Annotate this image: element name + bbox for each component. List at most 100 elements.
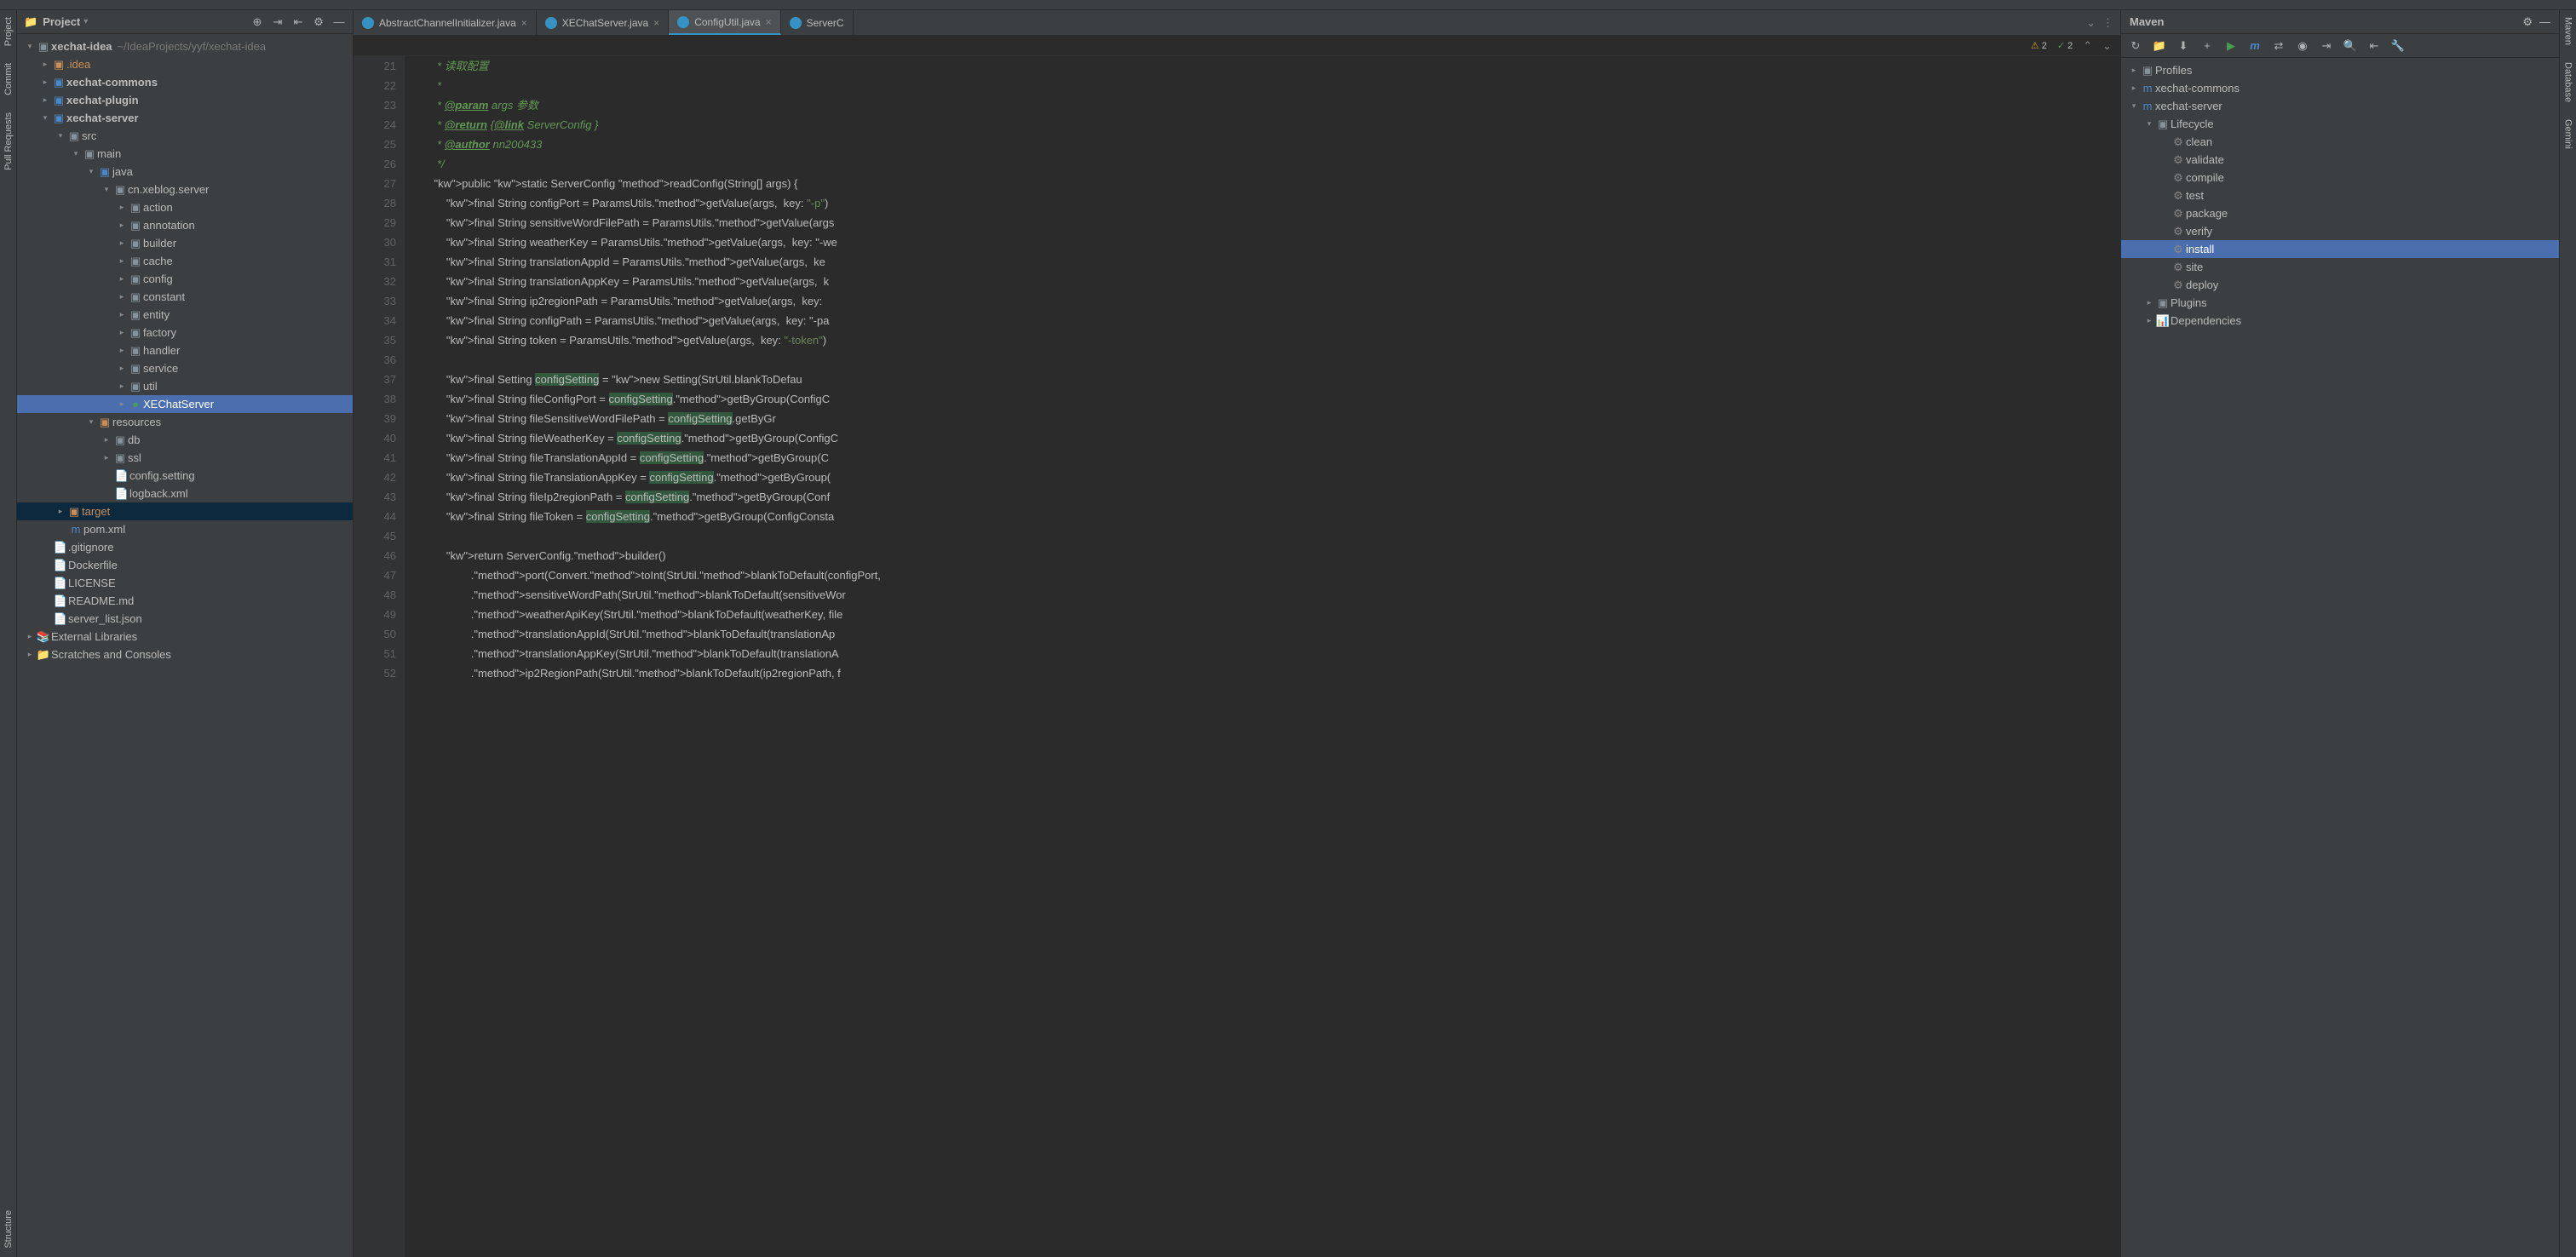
tree-server[interactable]: ▾▣xechat-server (17, 109, 353, 127)
tree-target[interactable]: ▸▣target (17, 502, 353, 520)
project-tool[interactable]: Project (3, 17, 14, 46)
more-icon[interactable]: ⋮ (2102, 16, 2113, 30)
maven-goal-clean[interactable]: ⚙clean (2121, 133, 2559, 151)
maven-server[interactable]: ▾mxechat-server (2121, 97, 2559, 115)
maven-goal-validate[interactable]: ⚙validate (2121, 151, 2559, 169)
tab-abstractchannel[interactable]: AbstractChannelInitializer.java× (354, 10, 537, 35)
minimize-icon[interactable]: — (332, 15, 346, 29)
up-icon[interactable]: ⌃ (2083, 39, 2092, 53)
tree-resources[interactable]: ▾▣resources (17, 413, 353, 431)
tree-plugin[interactable]: ▸▣xechat-plugin (17, 91, 353, 109)
tree-service[interactable]: ▸▣service (17, 359, 353, 377)
tree-handler[interactable]: ▸▣handler (17, 342, 353, 359)
down-icon[interactable]: ⌄ (2102, 39, 2112, 53)
maven-goal-compile[interactable]: ⚙compile (2121, 169, 2559, 187)
expand-icon[interactable]: ⇤ (2366, 38, 2382, 54)
tree-pom[interactable]: mpom.xml (17, 520, 353, 538)
run-icon[interactable]: ▶ (2223, 38, 2239, 54)
collapse-all-icon[interactable]: ⇤ (291, 15, 305, 29)
maven-goal-test[interactable]: ⚙test (2121, 187, 2559, 204)
tab-serverc[interactable]: ServerC (781, 10, 854, 35)
tree-util[interactable]: ▸▣util (17, 377, 353, 395)
maven-commons[interactable]: ▸mxechat-commons (2121, 79, 2559, 97)
tree-annotation[interactable]: ▸▣annotation (17, 216, 353, 234)
java-icon (362, 17, 374, 29)
project-panel-header: 📁 Project ▾ ⊕ ⇥ ⇤ ⚙ — (17, 10, 353, 34)
expand-all-icon[interactable]: ⇥ (271, 15, 285, 29)
tree-idea[interactable]: ▸▣.idea (17, 55, 353, 73)
tree-constant[interactable]: ▸▣constant (17, 288, 353, 306)
settings-icon[interactable]: ⚙ (2522, 15, 2533, 29)
collapse-icon[interactable]: ⇥ (2319, 38, 2334, 54)
tree-entity[interactable]: ▸▣entity (17, 306, 353, 324)
java-icon (677, 16, 689, 28)
minimize-icon[interactable]: — (2539, 15, 2550, 29)
chevron-down-icon[interactable]: ⌄ (2086, 16, 2096, 30)
maven-goal-deploy[interactable]: ⚙deploy (2121, 276, 2559, 294)
structure-tool[interactable]: Structure (3, 1210, 14, 1248)
close-icon[interactable]: × (521, 17, 527, 29)
tree-java[interactable]: ▾▣java (17, 163, 353, 181)
select-opened-icon[interactable]: ⊕ (250, 15, 264, 29)
top-menu-bar (0, 0, 2576, 10)
settings-icon[interactable]: ⚙ (312, 15, 325, 29)
checks-badge[interactable]: ✓2 (2057, 40, 2073, 51)
tree-commons[interactable]: ▸▣xechat-commons (17, 73, 353, 91)
maven-goal-install[interactable]: ⚙install (2121, 240, 2559, 258)
maven-goal-package[interactable]: ⚙package (2121, 204, 2559, 222)
tree-src[interactable]: ▾▣src (17, 127, 353, 145)
search-icon[interactable]: 🔍 (2343, 38, 2358, 54)
maven-plugins[interactable]: ▸▣Plugins (2121, 294, 2559, 312)
tree-factory[interactable]: ▸▣factory (17, 324, 353, 342)
tree-ssl[interactable]: ▸▣ssl (17, 449, 353, 467)
tree-builder[interactable]: ▸▣builder (17, 234, 353, 252)
generate-icon[interactable]: 📁 (2152, 38, 2167, 54)
tree-configsetting[interactable]: 📄config.setting (17, 467, 353, 485)
commit-tool[interactable]: Commit (3, 63, 14, 95)
close-icon[interactable]: × (653, 17, 659, 29)
tab-configutil[interactable]: ConfigUtil.java× (669, 10, 780, 35)
tree-license[interactable]: 📄LICENSE (17, 574, 353, 592)
close-icon[interactable]: × (766, 16, 772, 28)
tree-xechatserver[interactable]: ▸●XEChatServer (17, 395, 353, 413)
add-icon[interactable]: + (2199, 38, 2215, 54)
download-icon[interactable]: ⬇ (2176, 38, 2191, 54)
tree-scratches[interactable]: ▸📁Scratches and Consoles (17, 646, 353, 663)
tree-root[interactable]: ▾▣ xechat-idea ~/IdeaProjects/yyf/xechat… (17, 37, 353, 55)
tree-logback[interactable]: 📄logback.xml (17, 485, 353, 502)
tree-db[interactable]: ▸▣db (17, 431, 353, 449)
warnings-badge[interactable]: ⚠2 (2031, 40, 2047, 51)
maven-icon[interactable]: m (2247, 38, 2263, 54)
tree-main[interactable]: ▾▣main (17, 145, 353, 163)
tree-package[interactable]: ▾▣cn.xeblog.server (17, 181, 353, 198)
offline-icon[interactable]: ◉ (2295, 38, 2310, 54)
toggle-icon[interactable]: ⇄ (2271, 38, 2286, 54)
tree-serverlist[interactable]: 📄server_list.json (17, 610, 353, 628)
dropdown-icon[interactable]: ▾ (83, 17, 88, 26)
wrench-icon[interactable]: 🔧 (2390, 38, 2406, 54)
gemini-tool[interactable]: Gemini (2563, 119, 2573, 149)
maven-profiles[interactable]: ▸▣Profiles (2121, 61, 2559, 79)
tree-readme[interactable]: 📄README.md (17, 592, 353, 610)
editor-body[interactable]: 2122232425262728293031323334353637383940… (354, 56, 2120, 1257)
maven-goal-site[interactable]: ⚙site (2121, 258, 2559, 276)
tab-xechatserver[interactable]: XEChatServer.java× (537, 10, 669, 35)
maven-goal-verify[interactable]: ⚙verify (2121, 222, 2559, 240)
project-panel: 📁 Project ▾ ⊕ ⇥ ⇤ ⚙ — ▾▣ xechat-idea ~/I… (17, 10, 354, 1257)
reload-icon[interactable]: ↻ (2128, 38, 2143, 54)
maven-dependencies[interactable]: ▸📊Dependencies (2121, 312, 2559, 330)
tree-dockerfile[interactable]: 📄Dockerfile (17, 556, 353, 574)
maven-tool[interactable]: Maven (2563, 17, 2573, 45)
pull-requests-tool[interactable]: Pull Requests (3, 112, 14, 170)
tree-action[interactable]: ▸▣action (17, 198, 353, 216)
database-tool[interactable]: Database (2563, 62, 2573, 102)
tree-cache[interactable]: ▸▣cache (17, 252, 353, 270)
tree-gitignore[interactable]: 📄.gitignore (17, 538, 353, 556)
left-tool-rail: Project Commit Pull Requests Structure (0, 10, 17, 1257)
tree-config[interactable]: ▸▣config (17, 270, 353, 288)
tree-extlibs[interactable]: ▸📚External Libraries (17, 628, 353, 646)
maven-lifecycle[interactable]: ▾▣Lifecycle (2121, 115, 2559, 133)
maven-toolbar: ↻ 📁 ⬇ + ▶ m ⇄ ◉ ⇥ 🔍 ⇤ 🔧 (2121, 34, 2559, 58)
code-content[interactable]: * 读取配置 * * @param args 参数 * @return {@li… (405, 56, 2120, 1257)
folder-icon: 📁 (24, 15, 37, 29)
